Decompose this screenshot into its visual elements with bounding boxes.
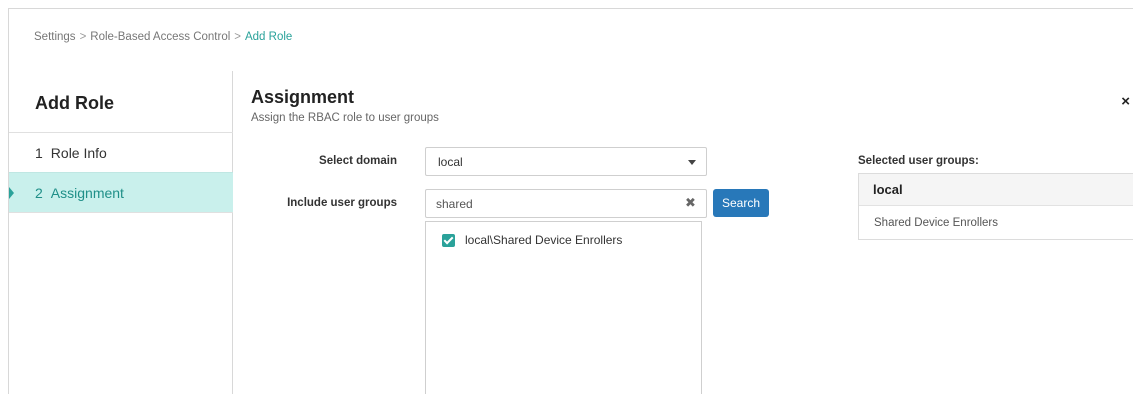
sidebar-divider (9, 212, 233, 213)
checkbox-checked-icon[interactable] (442, 233, 455, 247)
list-item[interactable]: local\Shared Device Enrollers (442, 233, 622, 247)
page-frame: Settings > Role-Based Access Control > Add R… (8, 8, 1133, 394)
domain-select[interactable]: local (425, 147, 707, 176)
list-item-label: local\Shared Device Enrollers (465, 233, 623, 247)
breadcrumb-separator: > (234, 31, 241, 43)
select-domain-label: Select domain (319, 155, 397, 167)
selected-domain-header: local (859, 174, 1133, 206)
step-label: Role Info (50, 144, 107, 161)
step-label: Assignment (50, 184, 124, 201)
include-user-groups-label: Include user groups (287, 197, 397, 209)
sidebar-title: Add Role (35, 93, 114, 113)
user-groups-results-list: local\Shared Device Enrollers (425, 221, 702, 394)
step-number: 1 (35, 144, 43, 161)
breadcrumb-current: Add Role (244, 31, 293, 43)
domain-select-value: local (438, 154, 463, 169)
chevron-down-icon (688, 160, 696, 165)
search-button[interactable]: Search (713, 189, 769, 217)
step-number: 2 (35, 184, 43, 201)
clear-icon[interactable]: ✖ (685, 195, 696, 211)
sidebar-step-assignment[interactable]: 2 Assignment (9, 172, 233, 212)
selected-user-groups-title: Selected user groups: (858, 155, 979, 167)
breadcrumb-rbac-link[interactable]: Role-Based Access Control (90, 31, 230, 43)
sidebar-step-role-info[interactable]: 1 Role Info (9, 132, 233, 172)
breadcrumb-separator: > (79, 31, 87, 43)
close-icon[interactable]: × (1121, 93, 1130, 110)
page-subtitle: Assign the RBAC role to user groups (251, 112, 439, 124)
selected-group-item: Shared Device Enrollers (874, 216, 999, 229)
page-title: Assignment (251, 87, 355, 107)
selected-user-groups-panel: local Shared Device Enrollers (858, 173, 1133, 240)
wizard-sidebar: Add Role 1 Role Info 2 Assignment (9, 71, 233, 394)
user-groups-search-input[interactable] (425, 189, 707, 218)
breadcrumb: Settings > Role-Based Access Control > Add R… (34, 31, 292, 43)
breadcrumb-settings-link[interactable]: Settings (34, 31, 76, 43)
